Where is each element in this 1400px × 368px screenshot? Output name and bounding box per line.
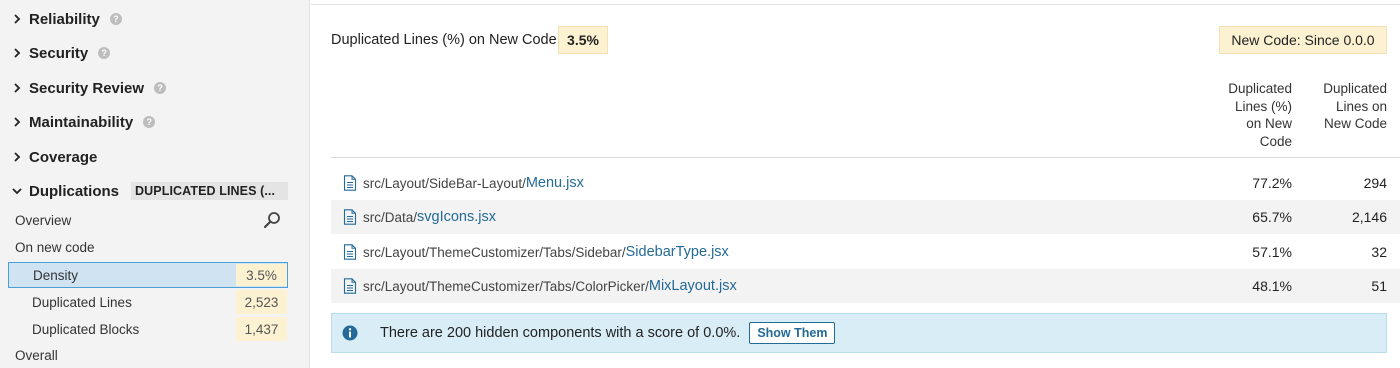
metric-duplicated-lines[interactable]: Duplicated Lines 2,523 [8, 289, 288, 315]
chevron-right-icon [10, 115, 24, 129]
file-icon [343, 244, 357, 260]
category-security-review[interactable]: Security Review ? [10, 75, 167, 101]
header-line: Lines (%) [1234, 98, 1292, 114]
header-line: Lines on [1335, 98, 1387, 114]
measure-value: 3.5% [558, 26, 608, 54]
search-icon[interactable] [263, 211, 281, 229]
header-line: on New [1246, 116, 1292, 131]
help-icon[interactable]: ? [154, 82, 167, 94]
file-dir: src/Layout/ThemeCustomizer/Tabs/Sidebar/ [363, 244, 626, 260]
file-dir: src/Layout/ThemeCustomizer/Tabs/ColorPic… [363, 278, 649, 294]
file-icon [343, 209, 357, 225]
chevron-right-icon [10, 12, 24, 26]
metric-label: Duplicated Blocks [32, 321, 140, 337]
metric-value: 1,437 [236, 317, 287, 341]
top-divider [311, 0, 1400, 5]
duplicated-lines-cell: 32 [1371, 244, 1387, 260]
header-line: New Code [1323, 116, 1387, 131]
overview-link[interactable]: Overview [15, 213, 71, 228]
chevron-right-icon [10, 46, 24, 60]
show-them-button[interactable]: Show Them [749, 322, 836, 344]
file-icon [343, 278, 357, 294]
file-link[interactable]: Menu.jsx [526, 175, 584, 191]
category-badge: DUPLICATED LINES (... [131, 182, 289, 200]
category-duplications[interactable]: Duplications DUPLICATED LINES (... [10, 178, 289, 204]
category-label: Duplications [29, 182, 120, 200]
category-coverage[interactable]: Coverage [10, 144, 97, 170]
metric-value: 2,523 [236, 290, 287, 314]
help-icon[interactable]: ? [109, 13, 122, 25]
category-reliability[interactable]: Reliability ? [10, 6, 122, 32]
header-line: Code [1259, 133, 1292, 149]
header-line: Duplicated [1228, 81, 1292, 96]
category-label: Security Review [29, 79, 145, 97]
file-dir: src/Layout/SideBar-Layout/ [363, 175, 526, 191]
category-label: Maintainability [29, 113, 134, 131]
header-divider [331, 157, 1400, 158]
help-icon[interactable]: ? [143, 116, 156, 128]
table-row[interactable]: src/Layout/SideBar-Layout/Menu.jsx 77.2%… [331, 166, 1400, 200]
category-label: Security [29, 44, 89, 62]
file-link[interactable]: SidebarType.jsx [626, 244, 729, 260]
category-label: Coverage [29, 148, 98, 166]
header-line: Duplicated [1323, 81, 1387, 96]
metric-label: Density [33, 267, 79, 283]
duplicated-pct-cell: 57.1% [1252, 244, 1292, 260]
new-code-period-badge: New Code: Since 0.0.0 [1219, 26, 1387, 54]
category-maintainability[interactable]: Maintainability ? [10, 109, 156, 135]
section-on-new-code: On new code [15, 240, 95, 255]
measure-main-panel: Duplicated Lines (%) on New Code 3.5% Ne… [311, 0, 1400, 368]
metric-duplicated-blocks[interactable]: Duplicated Blocks 1,437 [8, 316, 288, 342]
duplicated-pct-cell: 77.2% [1252, 175, 1292, 191]
category-label: Reliability [29, 10, 100, 28]
measures-sidebar: Reliability ? Security ? Security Review… [0, 0, 310, 368]
help-icon[interactable]: ? [98, 47, 111, 59]
metric-label: Duplicated Lines [32, 294, 132, 310]
metric-value: 3.5% [236, 264, 287, 286]
duplicated-lines-cell: 2,146 [1351, 209, 1387, 225]
duplicated-pct-cell: 65.7% [1252, 209, 1292, 225]
duplicated-lines-cell: 51 [1371, 278, 1387, 294]
column-header-duplicated-lines[interactable]: Duplicated Lines on New Code [1307, 80, 1387, 133]
file-link[interactable]: MixLayout.jsx [649, 278, 737, 294]
duplicated-pct-cell: 48.1% [1252, 278, 1292, 294]
info-icon [342, 325, 358, 341]
category-security[interactable]: Security ? [10, 40, 111, 66]
table-row[interactable]: src/Layout/ThemeCustomizer/Tabs/Sidebar/… [331, 235, 1400, 269]
chevron-down-icon [10, 184, 24, 198]
measure-title: Duplicated Lines (%) on New Code [331, 32, 557, 48]
alert-text: There are 200 hidden components with a s… [380, 325, 741, 341]
file-link[interactable]: svgIcons.jsx [417, 209, 496, 225]
metric-density[interactable]: Density 3.5% [8, 262, 288, 288]
chevron-right-icon [10, 81, 24, 95]
duplicated-lines-cell: 294 [1363, 175, 1387, 191]
table-row[interactable]: src/Layout/ThemeCustomizer/Tabs/ColorPic… [331, 269, 1400, 303]
file-dir: src/Data/ [363, 209, 418, 225]
hidden-components-alert: There are 200 hidden components with a s… [331, 313, 1387, 353]
column-header-duplicated-lines-pct[interactable]: Duplicated Lines (%) on New Code [1212, 80, 1292, 150]
file-icon [343, 175, 357, 191]
table-row[interactable]: src/Data/svgIcons.jsx 65.7% 2,146 [331, 200, 1400, 234]
section-overall: Overall [15, 348, 58, 363]
chevron-right-icon [10, 150, 24, 164]
